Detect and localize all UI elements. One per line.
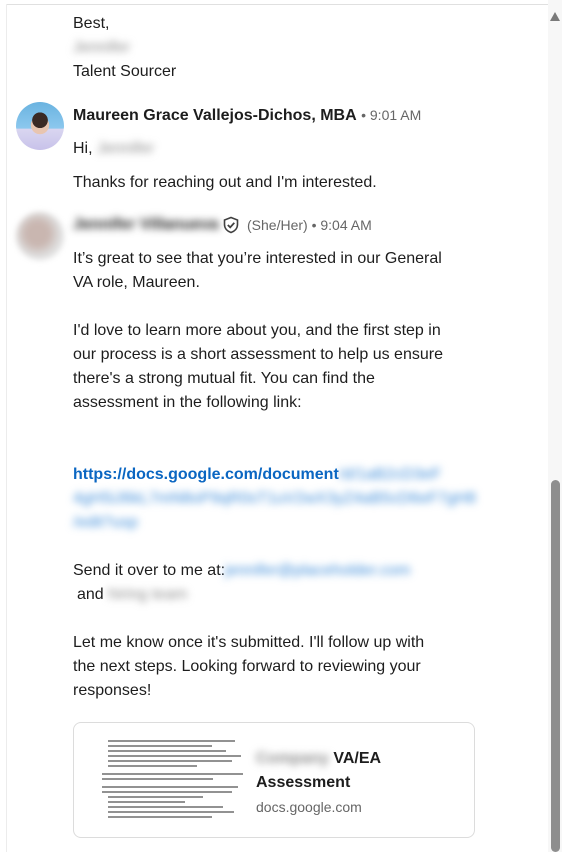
document-thumbnail (102, 737, 250, 825)
card-title-suffix: VA/EA (333, 750, 382, 767)
link-preview-card[interactable]: Company VA/EA Assessment docs.google.com (73, 722, 475, 838)
message-header: Jennifer Villanueva (73, 213, 219, 237)
link-redacted[interactable]: 4gH5iJ6kL7mN8oP9qR0sT1uV2wX3yZ4aB5cD6eF7… (73, 487, 476, 511)
card-title-redacted: Company (256, 750, 329, 767)
closing-name-redacted: Jennifer (73, 39, 130, 56)
shield-check-icon (223, 216, 239, 234)
message-text: VA role, Maureen. (73, 274, 200, 291)
avatar[interactable] (16, 102, 64, 150)
greeting-prefix: Hi, (73, 140, 93, 157)
closing-title: Talent Sourcer (73, 63, 177, 80)
avatar[interactable] (16, 212, 64, 260)
card-title-line2: Assessment (256, 774, 351, 791)
send-prefix: Send it over to me at: (73, 562, 226, 579)
message-time: • 9:01 AM (361, 107, 422, 123)
and-prefix: and (77, 586, 104, 603)
link-visible[interactable]: https://docs.google.com/document (73, 466, 339, 483)
document-link[interactable]: https://docs.google.com/document/d/1aB2c… (73, 463, 441, 487)
closing-best: Best, (73, 15, 110, 32)
message-body: Thanks for reaching out and I'm interest… (73, 174, 377, 191)
greeting-name-redacted: Jennifer (97, 140, 154, 157)
chevron-up-icon[interactable] (550, 12, 560, 21)
send-line: Send it over to me at:jennifer@placehold… (73, 559, 410, 583)
greeting: Hi, Jennifer (73, 137, 154, 161)
message-text: assessment in the following link: (73, 394, 302, 411)
scrollbar-thumb[interactable] (551, 480, 560, 852)
link-redacted[interactable]: /edit?usp (73, 511, 138, 535)
sender-name-redacted[interactable]: Jennifer Villanueva (73, 216, 219, 233)
message-text: the next steps. Looking forward to revie… (73, 658, 421, 675)
link-redacted[interactable]: /d/1aB2cD3eF (339, 466, 441, 483)
message-text: there's a strong mutual fit. You can fin… (73, 370, 375, 387)
scrollbar[interactable] (548, 0, 562, 852)
sender-name[interactable]: Maureen Grace Vallejos-Dichos, MBA (73, 107, 357, 124)
message-text: responses! (73, 682, 152, 699)
card-title[interactable]: Company VA/EA Assessment (256, 747, 381, 795)
and-redacted: hiring team (108, 586, 188, 603)
pronouns-time: (She/Her) • 9:04 AM (247, 217, 372, 233)
message-text: Let me know once it's submitted. I'll fo… (73, 634, 425, 651)
message-text: our process is a short assessment to hel… (73, 346, 443, 363)
message-text: It’s great to see that you’re interested… (73, 250, 442, 267)
email-redacted[interactable]: jennifer@placeholder.com (225, 562, 410, 579)
message-thread: Best, Jennifer Talent Sourcer Maureen Gr… (0, 0, 548, 852)
message-text: I'd love to learn more about you, and th… (73, 322, 441, 339)
message-header: Maureen Grace Vallejos-Dichos, MBA • 9:0… (73, 103, 421, 128)
card-domain: docs.google.com (256, 799, 362, 815)
and-line: and hiring team (73, 583, 187, 607)
